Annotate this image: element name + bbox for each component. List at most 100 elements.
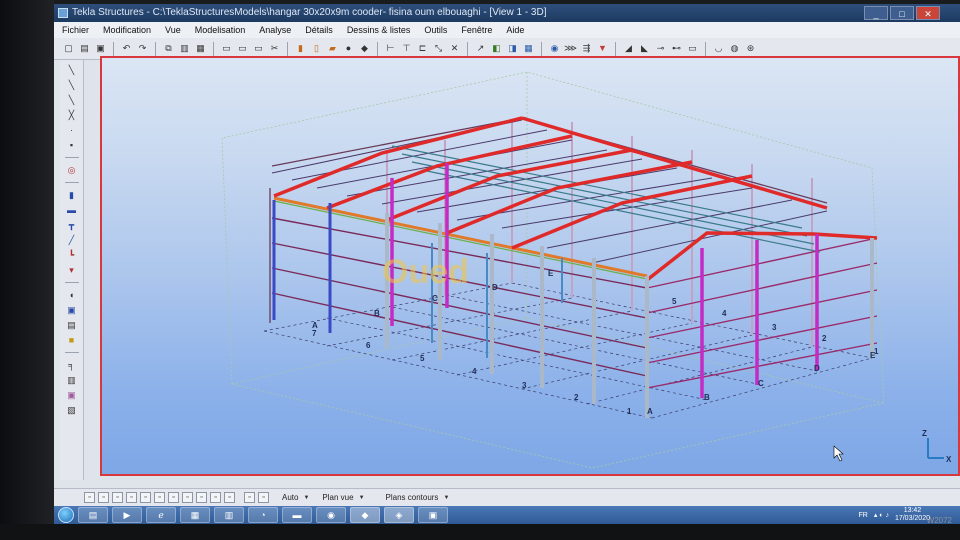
component-icon[interactable]: ◖ <box>65 289 78 301</box>
component-icon[interactable]: ↗ <box>474 42 487 55</box>
beam-icon[interactable]: ┗ <box>65 249 78 261</box>
snap-icon[interactable]: ✕ <box>448 42 461 55</box>
snap-toggle[interactable]: ▫ <box>84 492 95 503</box>
taskbar-ie-icon[interactable]: ℯ <box>146 507 176 523</box>
select-plane-dropdown[interactable]: Plan vue <box>318 492 357 504</box>
menu-fichier[interactable]: Fichier <box>60 22 91 38</box>
menu-modification[interactable]: Modification <box>101 22 153 38</box>
help-icon[interactable]: ⊛ <box>744 42 757 55</box>
start-button[interactable] <box>58 507 74 523</box>
language-indicator[interactable]: FR <box>858 512 867 519</box>
plate-icon[interactable]: ▰ <box>326 42 339 55</box>
maximize-button[interactable]: □ <box>890 6 914 20</box>
beam-icon[interactable]: ▮ <box>65 189 78 201</box>
line-icon[interactable]: ╲ <box>65 64 78 76</box>
snap-toggle[interactable]: ▫ <box>224 492 235 503</box>
view-icon[interactable]: ▭ <box>236 42 249 55</box>
circle-icon[interactable]: ◎ <box>65 164 78 176</box>
beam-icon[interactable]: ▬ <box>65 204 78 216</box>
settings-icon[interactable]: ▼ <box>596 42 609 55</box>
taskbar-files-icon[interactable]: ▦ <box>180 507 210 523</box>
redo-icon[interactable]: ↷ <box>136 42 149 55</box>
line-icon[interactable]: ╲ <box>65 79 78 91</box>
snap-icon[interactable]: ⊏ <box>416 42 429 55</box>
snap-toggle[interactable]: ▫ <box>168 492 179 503</box>
snap-toggle[interactable]: ▫ <box>112 492 123 503</box>
component-icon[interactable]: ■ <box>65 334 78 346</box>
line-icon[interactable]: ╲ <box>65 94 78 106</box>
model-viewport-3d[interactable]: 1 2 3 4 5 6 7 A B C D E A B C D E 1 2 3 <box>100 56 960 476</box>
save-icon[interactable]: ▣ <box>94 42 107 55</box>
beam-icon[interactable]: ┳ <box>65 219 78 231</box>
view-icon[interactable]: ▭ <box>252 42 265 55</box>
paste-icon[interactable]: ▥ <box>178 42 191 55</box>
undo-icon[interactable]: ↶ <box>120 42 133 55</box>
component-icon[interactable]: ◧ <box>490 42 503 55</box>
taskbar-printer-icon[interactable]: ▬ <box>282 507 312 523</box>
component-icon[interactable]: ▧ <box>65 404 78 416</box>
snap-toggle[interactable]: ▫ <box>196 492 207 503</box>
snap-toggle[interactable]: ▫ <box>126 492 137 503</box>
tray-icons[interactable]: ▴ ◐ ♪ <box>874 511 889 519</box>
select-mode-dropdown[interactable]: Auto <box>278 492 302 504</box>
drawing-icon[interactable]: ◢ <box>622 42 635 55</box>
menu-analyse[interactable]: Analyse <box>257 22 293 38</box>
measure-icon[interactable]: ⊢ <box>384 42 397 55</box>
report-icon[interactable]: ◉ <box>548 42 561 55</box>
component-icon[interactable]: ▤ <box>65 319 78 331</box>
menu-dessins-listes[interactable]: Dessins & listes <box>345 22 413 38</box>
snap-toggle[interactable]: ▫ <box>210 492 221 503</box>
snap-toggle[interactable]: ▫ <box>182 492 193 503</box>
open-icon[interactable]: ▤ <box>78 42 91 55</box>
print-icon[interactable]: ▦ <box>194 42 207 55</box>
view-icon[interactable]: ▭ <box>220 42 233 55</box>
drawing-icon[interactable]: ▭ <box>686 42 699 55</box>
menu-outils[interactable]: Outils <box>422 22 449 38</box>
taskbar-tekla-alt-icon[interactable]: ◈ <box>384 507 414 523</box>
snap-toggle[interactable]: ▫ <box>244 492 255 503</box>
snap-toggle[interactable]: ▫ <box>258 492 269 503</box>
drawing-icon[interactable]: ▦ <box>522 42 535 55</box>
drawing-icon[interactable]: ◨ <box>506 42 519 55</box>
chevron-down-icon[interactable]: ▼ <box>303 495 309 501</box>
bolt-icon[interactable]: ● <box>342 42 355 55</box>
component-icon[interactable]: ╕ <box>65 359 78 371</box>
menu-fenetre[interactable]: Fenêtre <box>459 22 494 38</box>
chevron-down-icon[interactable]: ▼ <box>443 495 449 501</box>
beam-icon[interactable]: ▾ <box>65 264 78 276</box>
help-icon[interactable]: ◍ <box>728 42 741 55</box>
snap-icon[interactable]: ⊤ <box>400 42 413 55</box>
line-icon[interactable]: ╳ <box>65 109 78 121</box>
taskbar-explorer-icon[interactable]: ▤ <box>78 507 108 523</box>
snap-toggle[interactable]: ▫ <box>98 492 109 503</box>
component-icon[interactable]: ▣ <box>65 389 78 401</box>
clock[interactable]: 13:42 17/03/2020 <box>895 507 930 523</box>
help-icon[interactable]: ◡ <box>712 42 725 55</box>
column-icon[interactable]: ▯ <box>310 42 323 55</box>
component-icon[interactable]: ▣ <box>65 304 78 316</box>
settings-icon[interactable]: ⋙ <box>564 42 577 55</box>
menu-modelisation[interactable]: Modelisation <box>193 22 248 38</box>
snap-toggle[interactable]: ▫ <box>140 492 151 503</box>
close-button[interactable]: ✕ <box>916 6 940 20</box>
drawing-icon[interactable]: ⊷ <box>670 42 683 55</box>
snap-icon[interactable]: ⤡ <box>432 42 445 55</box>
settings-icon[interactable]: ⇶ <box>580 42 593 55</box>
weld-icon[interactable]: ◆ <box>358 42 371 55</box>
point-icon[interactable]: ▪ <box>65 139 78 151</box>
snap-toggle[interactable]: ▫ <box>154 492 165 503</box>
component-icon[interactable]: ▥ <box>65 374 78 386</box>
taskbar-excel-icon[interactable]: ▣ <box>418 507 448 523</box>
copy-icon[interactable]: ⧉ <box>162 42 175 55</box>
taskbar-media-icon[interactable]: ▶ <box>112 507 142 523</box>
drawing-icon[interactable]: ◣ <box>638 42 651 55</box>
minimize-button[interactable]: _ <box>864 6 888 20</box>
taskbar-network-icon[interactable]: ◔ <box>248 507 278 523</box>
chevron-down-icon[interactable]: ▼ <box>359 495 365 501</box>
menu-aide[interactable]: Aide <box>504 22 526 38</box>
beam-icon[interactable]: ╱ <box>65 234 78 246</box>
drawing-icon[interactable]: ⊸ <box>654 42 667 55</box>
cut-icon[interactable]: ✂ <box>268 42 281 55</box>
point-icon[interactable]: · <box>65 124 78 136</box>
new-icon[interactable]: ▢ <box>62 42 75 55</box>
